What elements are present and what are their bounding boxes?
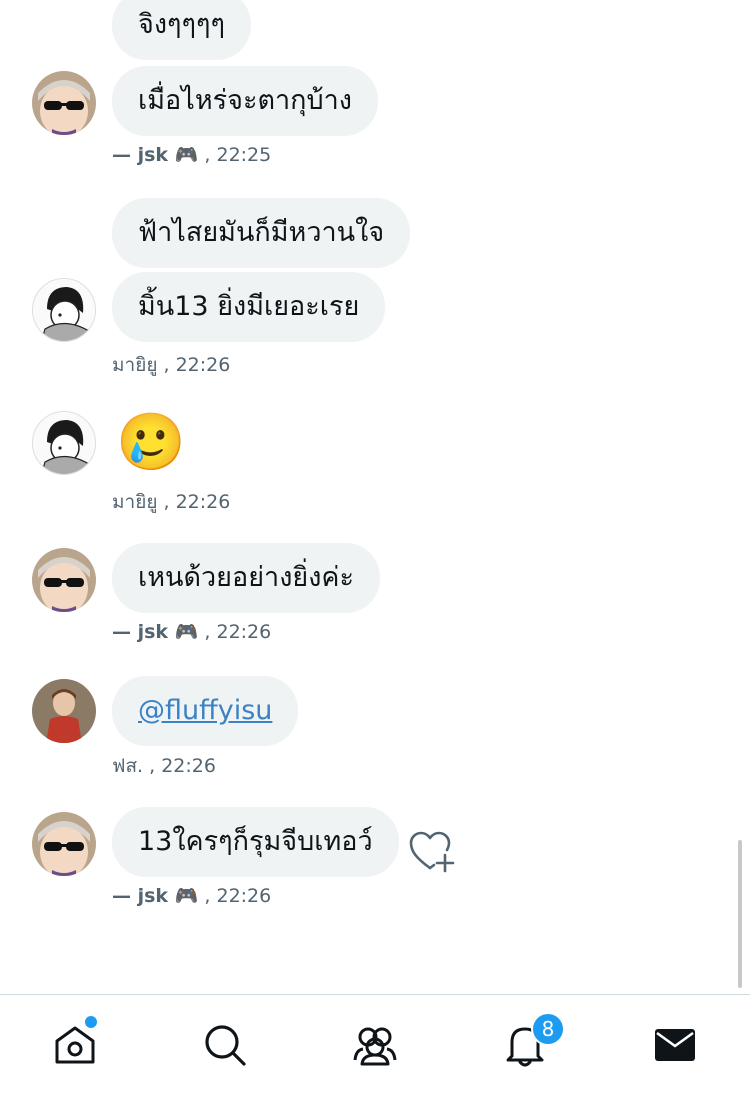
- tab-messages[interactable]: [625, 995, 725, 1094]
- message-meta: — jsk 🎮 , 22:26: [112, 620, 271, 643]
- smiling-tear-emoji: 🥲: [116, 410, 186, 475]
- message-text: มิ้น13 ยิ่งมีเยอะเรย: [138, 291, 360, 322]
- avatar-fs[interactable]: [32, 679, 96, 743]
- sender-name: ฟส.: [112, 755, 144, 777]
- avatar-jsk[interactable]: [32, 71, 96, 135]
- timestamp: , 22:26: [143, 755, 216, 777]
- sender-name: มายิยู: [112, 491, 158, 513]
- timestamp: , 22:26: [157, 491, 231, 513]
- search-icon: [205, 1024, 246, 1066]
- tab-notifications[interactable]: 8: [475, 995, 575, 1094]
- message-bubble[interactable]: @fluffyisu: [112, 676, 299, 746]
- bottom-tab-bar: 8: [0, 994, 750, 1094]
- message-meta: มายิยู , 22:26: [112, 487, 230, 517]
- new-content-dot: [83, 1014, 99, 1030]
- communities-icon: [353, 1027, 397, 1065]
- add-reaction-button[interactable]: [408, 830, 456, 878]
- heart-plus-icon: [409, 831, 455, 873]
- message-bubble[interactable]: เหนด้วยอย่างยิ่งค่ะ: [112, 543, 380, 613]
- timestamp: , 22:25: [198, 144, 272, 166]
- mention-link[interactable]: @fluffyisu: [138, 695, 272, 726]
- message-bubble[interactable]: จิงๆๆๆๆ: [112, 0, 252, 60]
- mail-icon: [655, 1028, 695, 1061]
- timestamp: , 22:26: [198, 621, 272, 643]
- message-text: จิงๆๆๆๆ: [138, 9, 226, 40]
- timestamp: , 22:26: [157, 354, 231, 376]
- sender-name: — jsk 🎮: [112, 885, 199, 907]
- message-meta: ฟส. , 22:26: [112, 751, 216, 781]
- message-meta: — jsk 🎮 , 22:26: [112, 884, 271, 907]
- tab-communities[interactable]: [325, 995, 425, 1094]
- message-meta: — jsk 🎮 , 22:25: [112, 143, 271, 166]
- timestamp: , 22:26: [198, 885, 272, 907]
- message-meta: มายิยู , 22:26: [112, 350, 230, 380]
- message-bubble[interactable]: มิ้น13 ยิ่งมีเยอะเรย: [112, 272, 386, 342]
- sender-name: — jsk 🎮: [112, 144, 199, 166]
- sender-name: มายิยู: [112, 354, 158, 376]
- tab-home[interactable]: [25, 995, 125, 1094]
- scrollbar[interactable]: [738, 840, 742, 988]
- message-text: เมื่อไหร่จะตากุบ้าง: [138, 85, 352, 116]
- avatar-jsk[interactable]: [32, 812, 96, 876]
- notification-count-badge: 8: [531, 1012, 565, 1046]
- message-bubble[interactable]: 13ใครๆก็รุมจีบเทอว์: [112, 807, 399, 877]
- message-bubble[interactable]: ฟ้าไสยมันก็มีหวานใจ: [112, 198, 411, 268]
- avatar-mayiyu[interactable]: [32, 411, 96, 475]
- message-text: ฟ้าไสยมันก็มีหวานใจ: [138, 217, 385, 248]
- tab-search[interactable]: [175, 995, 275, 1094]
- message-text: 13ใครๆก็รุมจีบเทอว์: [138, 826, 373, 857]
- avatar-jsk[interactable]: [32, 548, 96, 612]
- avatar-mayiyu[interactable]: [32, 278, 96, 342]
- message-text: เหนด้วยอย่างยิ่งค่ะ: [138, 562, 354, 593]
- emoji-message[interactable]: 🥲: [116, 410, 186, 476]
- sender-name: — jsk 🎮: [112, 621, 199, 643]
- message-bubble[interactable]: เมื่อไหร่จะตากุบ้าง: [112, 66, 378, 136]
